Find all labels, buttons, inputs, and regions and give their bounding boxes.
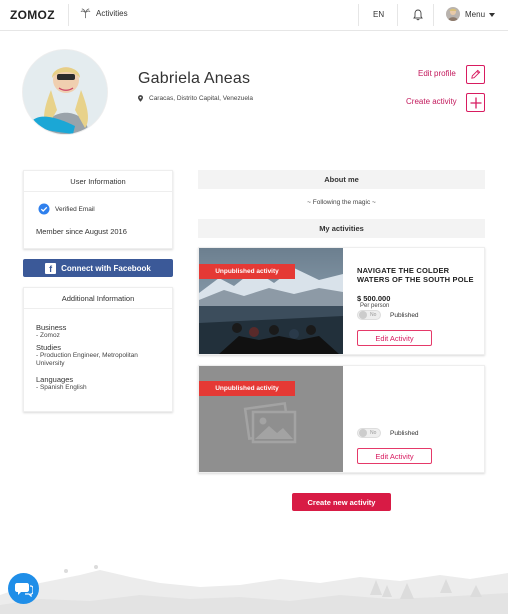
activity-card: Unpublished activity No Published Edit A…	[198, 365, 485, 473]
my-activities-header: My activities	[198, 219, 485, 238]
publish-toggle[interactable]: No	[357, 428, 381, 438]
verified-email: Verified Email	[38, 203, 172, 215]
glacier-boat-photo[interactable]: Unpublished activity	[199, 248, 343, 354]
toggle-state: No	[370, 430, 377, 436]
unpublished-badge: Unpublished activity	[199, 381, 295, 396]
languages-value: - Spanish English	[36, 384, 87, 391]
divider	[397, 4, 398, 26]
mountain-landscape-illustration	[0, 565, 508, 614]
languages-label: Languages	[36, 375, 74, 384]
divider	[358, 4, 359, 26]
member-since: Member since August 2016	[36, 227, 127, 236]
menu-label: Menu	[465, 10, 486, 19]
about-me-header: About me	[198, 170, 485, 189]
about-me-text: ~ Following the magic ~	[307, 199, 376, 206]
image-placeholder[interactable]: Unpublished activity	[199, 366, 343, 472]
verified-badge-icon	[38, 203, 50, 215]
toggle-knob	[359, 311, 367, 319]
caret-down-icon	[489, 12, 496, 17]
chat-bubble-icon	[14, 582, 33, 597]
user-information-card: User Information Verified Email Member s…	[23, 170, 173, 249]
divider	[433, 4, 434, 26]
palm-tree-icon	[80, 8, 91, 19]
published-label: Published	[390, 312, 419, 319]
edit-profile-link[interactable]: Edit profile	[418, 69, 456, 78]
location-pin-icon	[138, 95, 143, 102]
per-person-label: Per person	[360, 303, 390, 309]
activity-title[interactable]: NAVIGATE THE COLDER WATERS OF THE SOUTH …	[357, 266, 477, 284]
studies-value: - Production Engineer, Metropolitan Univ…	[36, 352, 138, 367]
language-selector[interactable]: EN	[373, 10, 384, 19]
activity-card: Unpublished activity NAVIGATE THE COLDER…	[198, 247, 485, 355]
user-avatar[interactable]	[446, 7, 460, 21]
create-new-activity-button[interactable]: Create new activity	[292, 493, 391, 511]
profile-location: Caracas, Distrito Capital, Venezuela	[138, 95, 253, 102]
nav-activities-link[interactable]: Activities	[80, 8, 128, 19]
connect-facebook-button[interactable]: f Connect with Facebook	[23, 259, 173, 277]
studies-label: Studies	[36, 343, 62, 352]
divider	[68, 4, 69, 26]
business-label: Business	[36, 323, 67, 332]
unpublished-badge: Unpublished activity	[199, 264, 295, 279]
plus-icon[interactable]	[466, 93, 485, 112]
connect-facebook-label: Connect with Facebook	[61, 263, 151, 273]
profile-name: Gabriela Aneas	[138, 70, 251, 87]
notifications-bell-icon[interactable]	[413, 8, 423, 26]
activity-price: $ 500.000	[357, 294, 391, 303]
toggle-knob	[359, 429, 367, 437]
business-value: - Zomoz	[36, 332, 60, 339]
edit-activity-button[interactable]: Edit Activity	[357, 448, 432, 464]
published-label: Published	[390, 430, 419, 437]
location-text: Caracas, Distrito Capital, Venezuela	[149, 95, 254, 102]
chat-support-button[interactable]	[8, 573, 39, 604]
edit-pencil-icon[interactable]	[466, 65, 485, 84]
profile-photo	[22, 49, 108, 135]
zomoz-logo[interactable]: ZOMOZ	[10, 8, 55, 22]
additional-information-title: Additional Information	[24, 288, 172, 309]
create-activity-link[interactable]: Create activity	[406, 97, 457, 106]
facebook-icon: f	[45, 262, 57, 274]
menu-dropdown[interactable]: Menu	[465, 10, 496, 19]
edit-activity-button[interactable]: Edit Activity	[357, 330, 432, 346]
additional-information-card: Additional Information Business - Zomoz …	[23, 287, 173, 412]
publish-toggle[interactable]: No	[357, 310, 381, 320]
top-navbar: ZOMOZ Activities EN Menu	[0, 0, 508, 31]
verified-email-label: Verified Email	[55, 205, 95, 213]
nav-activities-label: Activities	[96, 9, 128, 18]
toggle-state: No	[370, 312, 377, 318]
user-information-title: User Information	[24, 171, 172, 192]
